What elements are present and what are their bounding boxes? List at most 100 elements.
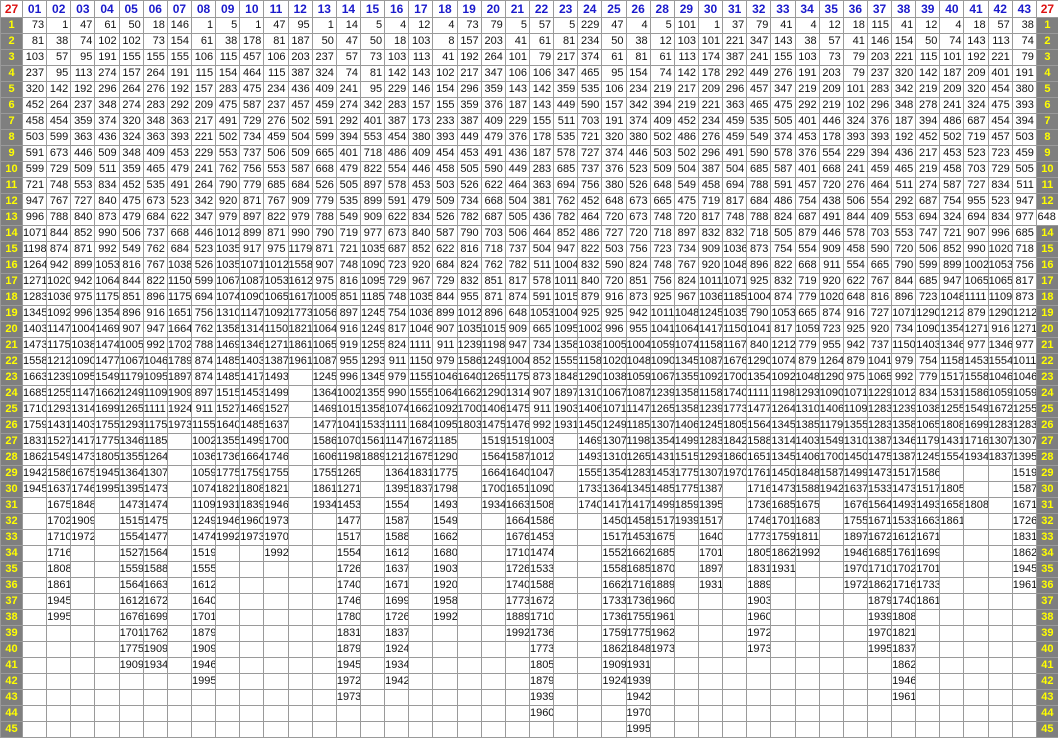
table-cell: 816: [866, 289, 893, 306]
table-cell: 454: [987, 81, 1013, 98]
table-cell: 1586: [456, 353, 482, 370]
table-cell: 1002: [963, 257, 989, 274]
table-cell: 1909: [70, 513, 96, 530]
table-row: 36 1861 1564 1663 1612 1740 1671 1920 1740 1588 16…: [0, 577, 1058, 594]
table-cell: 1934: [142, 657, 168, 674]
table-row: 43 1973 1939 1942 1961 43: [0, 689, 1058, 706]
table-cell: [287, 369, 313, 386]
table-cell: 1385: [794, 417, 820, 434]
table-cell: 1283: [866, 417, 893, 434]
table-cell: [94, 513, 120, 530]
table-cell: 727: [601, 225, 627, 242]
table-cell: 1450: [770, 465, 796, 482]
table-cell: [963, 481, 989, 498]
table-cell: 729: [432, 273, 458, 290]
table-cell: [94, 721, 120, 738]
table-cell: 486: [770, 193, 796, 210]
table-cell: 1239: [697, 401, 724, 418]
table-cell: 380: [625, 129, 651, 146]
table-cell: 587: [239, 97, 265, 114]
table-cell: 1475: [142, 513, 168, 530]
table-cell: 50: [118, 17, 144, 34]
table-cell: 911: [384, 353, 410, 370]
table-cell: 1889: [359, 449, 386, 466]
table-cell: 590: [866, 241, 893, 258]
table-cell: 729: [239, 113, 265, 130]
row-label-left: 27: [0, 433, 23, 450]
table-cell: 737: [866, 337, 893, 354]
table-cell: [504, 641, 530, 658]
table-cell: [311, 529, 337, 546]
table-cell: 155: [142, 49, 168, 66]
table-cell: 347: [770, 81, 796, 98]
table-cell: 1960: [239, 513, 265, 530]
table-cell: [818, 705, 844, 722]
table-cell: 874: [190, 353, 217, 370]
column-header: 35: [818, 0, 844, 18]
table-cell: 1862: [866, 577, 893, 594]
table-cell: 393: [842, 129, 868, 146]
table-cell: 788: [746, 209, 772, 226]
table-cell: 1973: [263, 513, 289, 530]
table-cell: 264: [480, 49, 506, 66]
table-cell: 509: [649, 161, 675, 178]
table-cell: 1355: [842, 417, 868, 434]
table-cell: 1: [311, 17, 337, 34]
table-cell: 237: [21, 65, 48, 82]
column-header: 01: [21, 0, 48, 18]
table-cell: 1973: [335, 689, 361, 706]
table-cell: 817: [770, 321, 796, 338]
table-cell: 12: [649, 33, 675, 50]
table-cell: 1314: [70, 401, 96, 418]
table-cell: 1212: [939, 305, 965, 322]
table-cell: [408, 657, 434, 674]
table-cell: 491: [722, 145, 748, 162]
table-cell: [842, 689, 868, 706]
table-cell: 1283: [625, 465, 651, 482]
table-cell: 920: [866, 321, 893, 338]
table-cell: 79: [842, 65, 868, 82]
table-cell: 599: [915, 257, 941, 274]
table-cell: 1264: [21, 257, 48, 274]
table-cell: [287, 417, 313, 434]
row-label-left: 29: [0, 465, 23, 482]
table-cell: 401: [987, 65, 1013, 82]
table-cell: 553: [359, 129, 386, 146]
table-cell: 1702: [166, 337, 192, 354]
row-label-right: 43: [1035, 689, 1058, 706]
table-cell: 229: [504, 113, 530, 130]
table-cell: [963, 561, 989, 578]
column-header: 19: [456, 0, 482, 18]
table-cell: 1265: [625, 449, 651, 466]
table-cell: [480, 609, 506, 626]
table-cell: 479: [335, 161, 361, 178]
table-cell: 452: [915, 129, 941, 146]
table-cell: 1453: [335, 497, 361, 514]
table-cell: 554: [818, 145, 844, 162]
table-cell: 446: [70, 145, 96, 162]
table-cell: 449: [746, 65, 772, 82]
table-cell: 1701: [770, 513, 796, 530]
table-cell: 899: [939, 257, 965, 274]
column-header: 21: [504, 0, 530, 18]
table-cell: [987, 513, 1013, 530]
table-cell: 916: [987, 321, 1013, 338]
table-cell: 464: [504, 177, 530, 194]
table-cell: [359, 481, 386, 498]
table-row: 41 1909 1934 1946 1945 1934 1805 1909 1931 1862 41: [0, 657, 1058, 674]
table-cell: 453: [794, 129, 820, 146]
table-cell: [94, 625, 120, 642]
table-cell: [891, 721, 917, 738]
table-cell: 387: [722, 49, 748, 66]
table-cell: 459: [722, 113, 748, 130]
table-cell: 1924: [601, 673, 627, 690]
table-cell: [190, 721, 217, 738]
table-cell: [673, 625, 699, 642]
table-cell: 916: [842, 305, 868, 322]
table-cell: 509: [94, 145, 120, 162]
table-cell: 1249: [601, 417, 627, 434]
table-cell: 1662: [408, 401, 434, 418]
table-cell: 452: [118, 177, 144, 194]
table-cell: 50: [601, 33, 627, 50]
table-cell: 1345: [770, 449, 796, 466]
